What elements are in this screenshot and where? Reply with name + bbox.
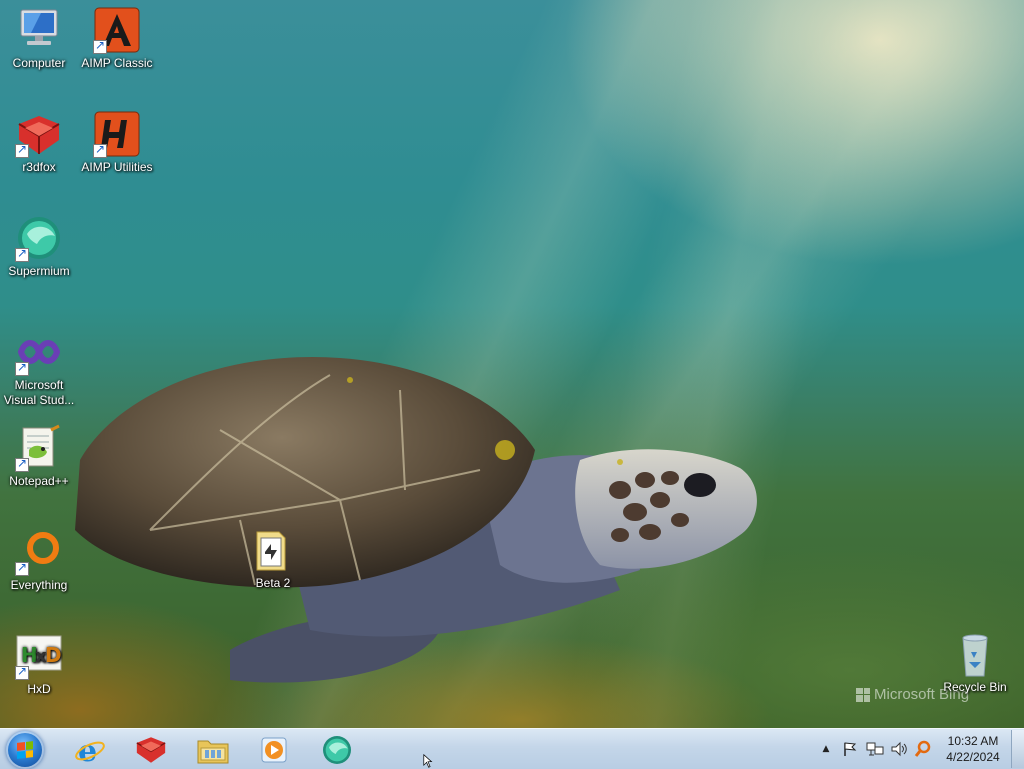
desktop-icon-aimp-utilities[interactable]: AIMP Utilities bbox=[77, 110, 157, 175]
desktop-icon-label: r3dfox bbox=[22, 160, 56, 174]
shortcut-arrow-icon bbox=[15, 456, 29, 472]
taskbar-supermium[interactable] bbox=[309, 732, 365, 768]
volume-button[interactable] bbox=[888, 729, 910, 769]
desktop-icon-aimp-classic[interactable]: AIMP Classic bbox=[77, 6, 157, 71]
shortcut-arrow-icon bbox=[93, 38, 107, 54]
desktop-icon-recycle-bin[interactable]: Recycle Bin bbox=[935, 630, 1015, 695]
file-explorer-icon bbox=[197, 740, 229, 764]
mouse-cursor-icon bbox=[423, 754, 433, 768]
desktop-icon-label: Microsoft Visual Stud... bbox=[3, 378, 75, 407]
show-desktop-button[interactable] bbox=[1011, 730, 1024, 768]
r3dfox-icon bbox=[136, 737, 166, 763]
system-clock[interactable]: 10:32 AM 4/22/2024 bbox=[938, 733, 1008, 765]
taskbar-file-explorer[interactable] bbox=[185, 732, 241, 768]
supermium-icon bbox=[323, 736, 351, 764]
flag-icon bbox=[844, 742, 857, 756]
desktop-icon-label: Supermium bbox=[8, 264, 70, 278]
shortcut-arrow-icon bbox=[15, 246, 29, 262]
everything-icon bbox=[15, 528, 63, 576]
r3dfox-icon bbox=[15, 110, 63, 158]
desktop-icon-beta2-folder[interactable]: Beta 2 bbox=[233, 526, 313, 591]
windows-logo-icon bbox=[17, 741, 33, 759]
desktop-icon-label: Everything bbox=[10, 578, 68, 592]
desktop-icon-label: AIMP Classic bbox=[81, 56, 153, 70]
desktop-icon-hxd[interactable]: H x D HxD bbox=[0, 632, 79, 697]
clock-time: 10:32 AM bbox=[947, 734, 999, 748]
shortcut-arrow-icon bbox=[15, 360, 29, 376]
desktop-icon-label: Recycle Bin bbox=[943, 680, 1007, 694]
desktop-icon-label: Beta 2 bbox=[255, 576, 291, 590]
desktop-icon-everything[interactable]: Everything bbox=[0, 528, 79, 593]
desktop-icon-r3dfox[interactable]: r3dfox bbox=[0, 110, 79, 175]
shortcut-arrow-icon bbox=[15, 560, 29, 576]
search-tool-button[interactable] bbox=[912, 729, 934, 769]
desktop-icon-notepadpp[interactable]: Notepad++ bbox=[0, 424, 79, 489]
desktop-icon-label: AIMP Utilities bbox=[81, 160, 153, 174]
supermium-icon bbox=[15, 214, 63, 262]
shortcut-arrow-icon bbox=[93, 142, 107, 158]
taskbar: e ▲ 10:32 AM 4/22/2024 bbox=[0, 728, 1024, 769]
shortcut-arrow-icon bbox=[15, 664, 29, 680]
clock-date: 4/22/2024 bbox=[946, 750, 1000, 764]
desktop-icon-visual-studio[interactable]: Microsoft Visual Stud... bbox=[0, 328, 79, 408]
internet-explorer-icon: e bbox=[75, 734, 105, 766]
hxd-icon: H x D bbox=[15, 632, 63, 680]
taskbar-media-player[interactable] bbox=[246, 732, 302, 768]
chevron-up-icon: ▲ bbox=[822, 744, 830, 754]
microsoft-logo-icon bbox=[856, 687, 870, 702]
desktop-icon-label: HxD bbox=[27, 682, 51, 696]
recycle-bin-icon bbox=[951, 630, 999, 678]
taskbar-internet-explorer[interactable]: e bbox=[62, 732, 118, 768]
svg-text:D: D bbox=[45, 643, 62, 667]
network-button[interactable] bbox=[864, 729, 886, 769]
desktop[interactable]: Microsoft Bing Computer AIMP Classic bbox=[0, 0, 1024, 728]
folder-icon bbox=[249, 526, 297, 574]
sea-turtle-wallpaper bbox=[75, 356, 757, 683]
action-center-button[interactable] bbox=[840, 729, 860, 769]
computer-icon bbox=[15, 6, 63, 54]
desktop-icon-label: Notepad++ bbox=[9, 474, 69, 488]
taskbar-r3dfox[interactable] bbox=[123, 732, 179, 768]
media-player-icon bbox=[261, 737, 287, 763]
visual-studio-icon bbox=[15, 328, 63, 376]
aimp-classic-icon bbox=[93, 6, 141, 54]
notepadpp-icon bbox=[15, 424, 63, 472]
show-hidden-icons-button[interactable]: ▲ bbox=[818, 729, 834, 769]
desktop-icon-supermium[interactable]: Supermium bbox=[0, 214, 79, 279]
aimp-utilities-icon bbox=[93, 110, 141, 158]
start-button[interactable] bbox=[6, 731, 44, 769]
shortcut-arrow-icon bbox=[15, 142, 29, 158]
desktop-icon-label: Computer bbox=[12, 56, 66, 70]
search-icon bbox=[914, 740, 931, 757]
desktop-icon-computer[interactable]: Computer bbox=[0, 6, 79, 71]
network-icon bbox=[866, 742, 884, 756]
volume-icon bbox=[891, 741, 907, 757]
